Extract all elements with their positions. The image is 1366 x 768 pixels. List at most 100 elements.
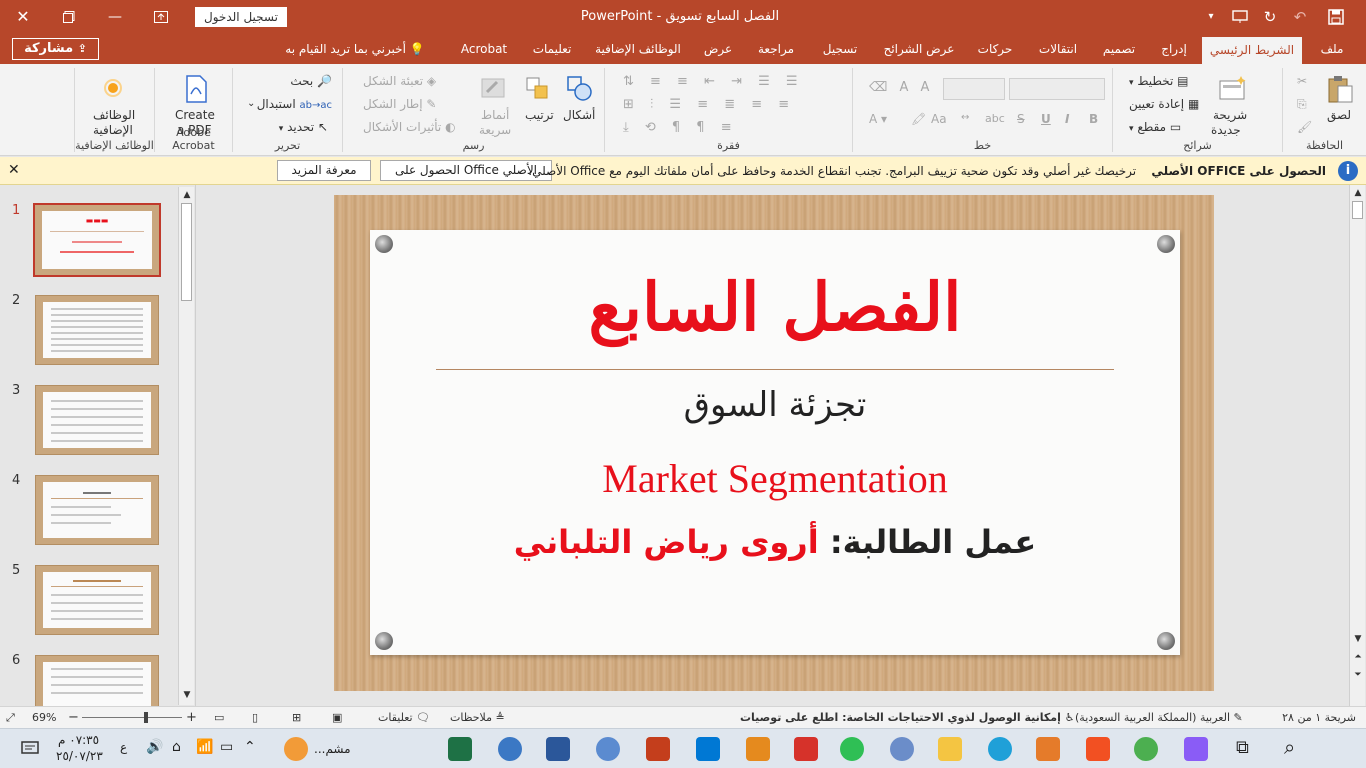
vscode-icon[interactable] — [696, 737, 720, 761]
shapes-label[interactable]: أشكال — [563, 108, 595, 122]
reading-view-icon[interactable]: ▯ — [252, 707, 258, 729]
slide-subtitle[interactable]: تجزئة السوق — [370, 385, 1180, 425]
chrome-icon[interactable] — [1134, 737, 1158, 761]
edge-icon[interactable] — [988, 737, 1012, 761]
tab-transitions[interactable]: انتقالات — [1030, 34, 1086, 64]
tab-file[interactable]: ملف — [1312, 34, 1352, 64]
notes-button[interactable]: ≜ ملاحظات — [450, 707, 505, 729]
save-icon[interactable] — [1322, 0, 1350, 34]
slide-title[interactable]: الفصل السابع — [370, 268, 1180, 346]
paragraph-row-3-icons[interactable]: ⤓ ⟲ ¶ ¶ ≡ — [623, 120, 738, 135]
tab-design[interactable]: تصميم — [1096, 34, 1142, 64]
sign-in-button[interactable]: تسجيل الدخول — [195, 7, 287, 27]
tab-review[interactable]: مراجعة — [750, 34, 802, 64]
minimize-icon[interactable]: — — [98, 0, 132, 34]
present-from-start-icon[interactable] — [1228, 0, 1252, 34]
whatsapp-icon[interactable] — [840, 737, 864, 761]
zoom-slider[interactable] — [82, 717, 182, 718]
ribbon-display-icon[interactable] — [144, 0, 178, 34]
normal-view-icon[interactable]: ▣ — [332, 707, 342, 729]
zoom-in-icon[interactable]: + — [186, 707, 197, 729]
char-spacing-icon[interactable]: ↔ — [961, 112, 969, 123]
browser-app-icon[interactable] — [890, 737, 914, 761]
font-name-combo[interactable] — [1009, 78, 1105, 100]
bold-button[interactable]: B — [1089, 112, 1098, 126]
slide-thumbnail[interactable] — [35, 655, 159, 707]
editor-scrollbar[interactable]: ▲ ▼ ⏶ ⏷ — [1349, 185, 1365, 706]
zoom-level[interactable]: 69% — [32, 707, 56, 729]
find-button[interactable]: 🔎 بحث — [290, 74, 332, 88]
tab-view[interactable]: عرض — [698, 34, 738, 64]
arrange-label[interactable]: ترتيب — [525, 108, 554, 122]
quick-styles-label-1[interactable]: أنماط — [481, 108, 509, 122]
paragraph-row-2-icons[interactable]: ⊞ ⫶ ☰ ≡ ≣ ≡ ≡ — [623, 97, 795, 112]
redo-icon[interactable]: ↻ — [1258, 0, 1282, 34]
new-slide-label-2[interactable]: جديدة — [1211, 123, 1241, 137]
close-notification-icon[interactable]: ✕ — [8, 162, 20, 178]
tab-home[interactable]: الشريط الرئيسي — [1202, 37, 1302, 64]
create-pdf-label-1[interactable]: Create — [175, 108, 215, 122]
slide-editor[interactable]: الفصل السابع تجزئة السوق Market Segmenta… — [197, 185, 1365, 706]
acrobat-icon[interactable] — [794, 737, 818, 761]
matlab-icon[interactable] — [1036, 737, 1060, 761]
slideshow-view-icon[interactable]: ▭ — [214, 707, 224, 729]
task-view-icon[interactable]: ⧉ — [1236, 737, 1249, 758]
close-icon[interactable]: ✕ — [6, 0, 40, 34]
learn-more-button[interactable]: معرفة المزيد — [277, 160, 371, 181]
slide-thumbnail-pane[interactable]: 1 ▬▬▬ 2 3 4 5 6 ▲ ▼ — [0, 185, 196, 707]
running-app-label[interactable]: مشم... — [314, 742, 351, 756]
select-button[interactable]: ↖ تحديد ▾ — [279, 120, 328, 134]
zoom-out-icon[interactable]: − — [68, 707, 79, 729]
slide-sorter-icon[interactable]: ⊞ — [292, 707, 301, 729]
word-icon[interactable] — [546, 737, 570, 761]
paragraph-row-1-icons[interactable]: ⇅ ≡ ≡ ⇤ ⇥ ☰ ☰ — [623, 74, 804, 89]
copilot-icon[interactable] — [1184, 737, 1208, 761]
scroll-thumb[interactable] — [1352, 201, 1363, 219]
shadow-button[interactable]: abc — [985, 112, 1005, 125]
slide-thumbnail[interactable] — [35, 565, 159, 635]
tell-me-search[interactable]: 💡 أخبرني بما تريد القيام به — [285, 34, 425, 64]
strikethrough-button[interactable]: S — [1017, 112, 1025, 126]
thumbnail-scrollbar[interactable]: ▲ ▼ — [178, 187, 194, 705]
copy-icon[interactable]: ⎘ — [1297, 97, 1307, 112]
shape-outline-button[interactable]: ✎ إطار الشكل — [363, 97, 436, 111]
camera-icon[interactable]: ⌂ — [172, 739, 181, 755]
addins-label-2[interactable]: الإضافية — [93, 123, 133, 137]
tab-acrobat[interactable]: Acrobat — [456, 34, 512, 64]
restore-icon[interactable] — [52, 0, 86, 34]
excel-icon[interactable] — [448, 737, 472, 761]
shape-fill-button[interactable]: ◈ تعبئة الشكل — [363, 74, 436, 88]
volume-icon[interactable]: 🔊 — [146, 739, 163, 755]
accessibility-status[interactable]: ♿ إمكانية الوصول لذوي الاحتياجات الخاصة:… — [740, 707, 1075, 729]
replace-button[interactable]: ab→ac استبدال — [257, 97, 332, 111]
scroll-up-icon[interactable]: ▲ — [181, 189, 193, 201]
slide-thumbnail[interactable] — [35, 295, 159, 365]
scroll-up-icon[interactable]: ▲ — [1352, 187, 1364, 199]
underline-button[interactable]: U — [1041, 112, 1051, 126]
battery-icon[interactable]: ▭ — [220, 739, 233, 755]
slide-english-title[interactable]: Market Segmentation — [370, 455, 1180, 502]
comments-button[interactable]: 🗨 تعليقات — [378, 707, 430, 729]
microsoft-store-icon[interactable] — [1086, 737, 1110, 761]
zoom-slider-thumb[interactable] — [144, 712, 148, 723]
slide-thumbnail[interactable] — [35, 385, 159, 455]
tab-slideshow[interactable]: عرض الشرائح — [878, 34, 960, 64]
language-status[interactable]: ✎ العربية (المملكة العربية السعودية) — [1075, 707, 1243, 729]
addins-label-1[interactable]: الوظائف — [93, 108, 135, 122]
input-language[interactable]: ع — [120, 740, 127, 754]
powerpoint-icon[interactable] — [646, 737, 670, 761]
tab-addins[interactable]: الوظائف الإضافية — [592, 34, 684, 64]
tab-insert[interactable]: إدراج — [1152, 34, 1196, 64]
tab-animations[interactable]: حركات — [972, 34, 1018, 64]
notifications-icon[interactable] — [20, 739, 40, 759]
slide-thumbnail[interactable] — [35, 475, 159, 545]
slide-author-line[interactable]: عمل الطالبة: أروى رياض التلباني — [370, 523, 1180, 561]
font-color-icon[interactable]: A ▾ — [869, 112, 887, 126]
browser-app-icon[interactable] — [596, 737, 620, 761]
chevron-up-icon[interactable]: ⌃ — [244, 739, 256, 755]
format-painter-icons[interactable]: ⌫ A A — [869, 80, 933, 95]
new-slide-label-1[interactable]: شريحة — [1213, 108, 1247, 122]
change-case-button[interactable]: Aa — [931, 112, 947, 126]
search-icon[interactable]: ⌕ — [1284, 735, 1295, 759]
file-explorer-icon[interactable] — [938, 737, 962, 761]
